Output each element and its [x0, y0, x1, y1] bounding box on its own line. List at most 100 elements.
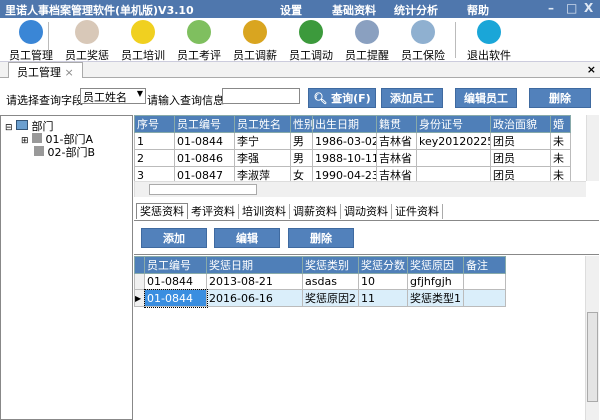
toolbar-button-1[interactable]: 员工奖惩 — [58, 20, 116, 62]
scroll-thumb[interactable] — [587, 312, 598, 402]
table-cell: 01-0847 — [174, 166, 235, 181]
menu-statistics[interactable]: 统计分析 — [394, 2, 438, 18]
maximize-button[interactable]: □ — [566, 1, 577, 15]
delete-reward-button[interactable]: 删除 — [288, 228, 354, 248]
table-cell: 1986-03-02 — [312, 132, 377, 150]
column-header[interactable]: 奖惩日期 — [206, 256, 303, 274]
column-header[interactable]: 政治面貌 — [490, 115, 551, 133]
subtab-4[interactable]: 调动资料 — [341, 204, 392, 219]
table-cell: gfjhfgjh — [407, 273, 464, 290]
column-header[interactable]: 员工编号 — [144, 256, 207, 274]
table-cell — [463, 273, 506, 290]
info-label: 请输入查询信息 — [147, 94, 224, 107]
table-cell: 未 — [550, 149, 571, 167]
minimize-button[interactable]: – — [548, 1, 554, 15]
toolbar-button-7[interactable]: 员工保险 — [394, 20, 452, 62]
toolbar-button-5[interactable]: 员工调动 — [282, 20, 340, 62]
field-select[interactable]: 员工姓名 ▼ — [80, 88, 146, 104]
column-header[interactable]: 备注 — [463, 256, 506, 274]
table-cell — [416, 166, 491, 181]
search-input[interactable] — [222, 88, 300, 104]
table-cell: 1 — [134, 132, 175, 150]
toolbar-label: 员工管理 — [9, 49, 53, 62]
table-row[interactable]: ▶ 01-0844 2016-06-16 奖惩原因2 11 奖惩类型1 — [134, 288, 506, 308]
table-row[interactable]: 101-0844李宁男1986-03-02吉林省key2012022554团员未 — [134, 132, 571, 150]
close-all-tabs-icon[interactable]: × — [587, 63, 596, 76]
query-button[interactable]: 🔍︎ 查询(F) — [308, 88, 376, 108]
divider — [134, 254, 599, 255]
table-cell: 01-0846 — [174, 149, 235, 167]
table-row[interactable]: 2 01-0846 李强男 1988-10-11 吉林省 团员未 — [134, 149, 571, 167]
sub-tabs: 奖惩资料 考评资料 培训资料 调薪资料 调动资料 证件资料 — [136, 203, 443, 219]
table-row[interactable]: 3 01-0847 李淑萍女 1990-04-23 吉林省 团员未 — [134, 166, 571, 181]
column-header[interactable]: 奖惩类别 — [302, 256, 359, 274]
subtab-3[interactable]: 调薪资料 — [290, 204, 341, 219]
delete-employee-button[interactable]: 删除 — [529, 88, 591, 108]
toolbar-button-6[interactable]: 员工提醒 — [338, 20, 396, 62]
toolbar-button-8[interactable]: 退出软件 — [460, 20, 518, 62]
edit-employee-button[interactable]: 编辑员工 — [455, 88, 517, 108]
column-header[interactable]: 序号 — [134, 115, 175, 133]
subtab-0[interactable]: 奖惩资料 — [136, 203, 188, 219]
table-cell: 01-0844 — [144, 273, 207, 290]
table-cell: 女 — [290, 166, 313, 181]
folder-icon — [16, 120, 29, 130]
headset-smiley-icon — [131, 20, 155, 44]
column-header[interactable]: 奖惩原因 — [407, 256, 464, 274]
table-cell: 团员 — [490, 132, 551, 150]
tab-close-icon[interactable]: × — [65, 66, 74, 79]
table-cell: 男 — [290, 132, 313, 150]
department-icon — [32, 133, 43, 143]
search-icon: 🔍︎ — [313, 92, 328, 105]
row-pointer-icon: ▶ — [134, 289, 145, 307]
tree-node[interactable]: 02-部门B — [34, 144, 95, 160]
subtab-5[interactable]: 证件资料 — [392, 204, 443, 219]
edit-reward-button[interactable]: 编辑 — [214, 228, 280, 248]
menu-basic-data[interactable]: 基础资料 — [332, 2, 376, 18]
horizontal-scrollbar[interactable] — [134, 181, 586, 197]
table-cell: 2013-08-21 — [206, 273, 303, 290]
toolbar-button-4[interactable]: 员工调薪 — [226, 20, 284, 62]
employee-grid: 序号 员工编号 员工姓名 性别 出生日期 籍贯 身份证号 政治面貌婚 1 01-0844 李宁男 19… — [134, 115, 586, 181]
table-cell: 吉林省 — [376, 132, 417, 150]
table-cell: 李强 — [234, 149, 291, 167]
column-header[interactable]: 员工姓名 — [234, 115, 291, 133]
menu-help[interactable]: 帮助 — [467, 2, 489, 18]
reward-vertical-scrollbar[interactable] — [585, 256, 599, 420]
column-header[interactable]: 身份证号 — [416, 115, 491, 133]
column-header[interactable]: 籍贯 — [376, 115, 417, 133]
column-header[interactable]: 出生日期 — [312, 115, 377, 133]
department-tree: ⊟ 部门 ⊞ 01-部门A 02-部门B — [0, 115, 133, 420]
toolbar-button-3[interactable]: 员工考评 — [170, 20, 228, 62]
toolbar-label: 员工考评 — [177, 49, 221, 62]
column-header[interactable]: 性别 — [290, 115, 315, 133]
row-indicator — [134, 273, 145, 290]
toolbar-button-0[interactable]: 员工管理 — [2, 20, 60, 62]
toolbar-button-2[interactable]: 员工培训 — [114, 20, 172, 62]
add-employee-button[interactable]: 添加员工 — [381, 88, 443, 108]
insurance-icon — [411, 20, 435, 44]
tab-employee-manage[interactable]: 员工管理 × — [8, 62, 83, 79]
close-button[interactable]: X — [584, 1, 593, 15]
column-header[interactable]: 婚 — [550, 115, 571, 133]
scroll-thumb[interactable] — [149, 184, 257, 195]
menu-settings[interactable]: 设置 — [280, 2, 302, 18]
table-cell: 10 — [358, 273, 408, 290]
table-cell: 11 — [358, 289, 408, 307]
column-header[interactable]: 员工编号 — [174, 115, 235, 133]
toolbar: 员工管理 员工奖惩 员工培训 员工考评 员工调薪 员工调动 员工提醒 员工保险 退出软件 — [0, 18, 600, 62]
tab-label: 员工管理 — [17, 66, 61, 79]
subtab-1[interactable]: 考评资料 — [188, 204, 239, 219]
transfer-icon — [299, 20, 323, 44]
table-row[interactable]: 01-0844 2013-08-21 asdas 10 gfjhfgjh — [134, 273, 506, 290]
chevron-down-icon: ▼ — [136, 89, 143, 98]
title-bar: 里诺人事档案管理软件(单机版)V3.10 设置 基础资料 统计分析 帮助 – □… — [0, 0, 600, 18]
reminder-icon — [355, 20, 379, 44]
subtab-2[interactable]: 培训资料 — [239, 204, 290, 219]
add-reward-button[interactable]: 添加 — [141, 228, 207, 248]
vertical-scrollbar[interactable] — [586, 115, 599, 181]
toolbar-label: 员工调薪 — [233, 49, 277, 62]
column-header[interactable]: 奖惩分数 — [358, 256, 408, 274]
coins-icon — [243, 20, 267, 44]
user-info-icon — [75, 20, 99, 44]
